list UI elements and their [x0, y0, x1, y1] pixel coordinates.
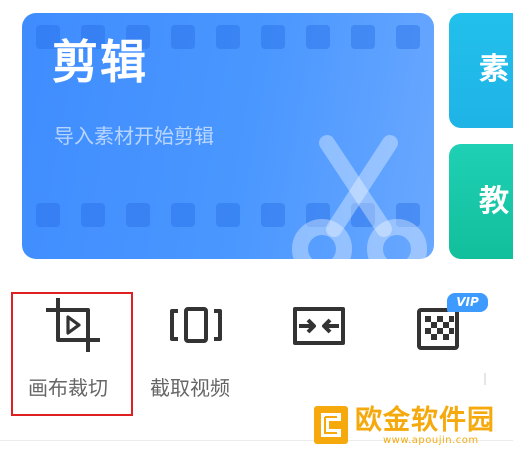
- tutorial-card[interactable]: 教: [449, 144, 513, 259]
- tutorial-card-label: 教: [479, 184, 509, 219]
- watermark-url: www.apoujin.com: [383, 435, 479, 446]
- vip-badge: VIP: [447, 293, 488, 312]
- materials-card[interactable]: 素: [449, 13, 513, 128]
- materials-card-label: 素: [479, 52, 509, 87]
- watermark-logo-icon: [314, 406, 348, 444]
- edit-card[interactable]: 剪辑 导入素材开始剪辑: [22, 13, 434, 259]
- scroll-hint: [484, 373, 486, 385]
- edit-card-title: 剪辑: [52, 35, 148, 89]
- scissors-icon: [292, 135, 427, 259]
- video-trim-icon: [170, 307, 222, 343]
- video-trim-tool-button[interactable]: [168, 297, 224, 353]
- compress-tool-button[interactable]: [291, 297, 347, 353]
- watermark-text: 欧金软件园: [355, 405, 495, 436]
- watermark: 欧金软件园 www.apoujin.com: [313, 405, 513, 446]
- selection-highlight: [11, 292, 133, 416]
- video-trim-tool-label: 截取视频: [150, 376, 230, 400]
- compress-icon: [293, 307, 345, 345]
- edit-card-subtitle: 导入素材开始剪辑: [54, 124, 214, 148]
